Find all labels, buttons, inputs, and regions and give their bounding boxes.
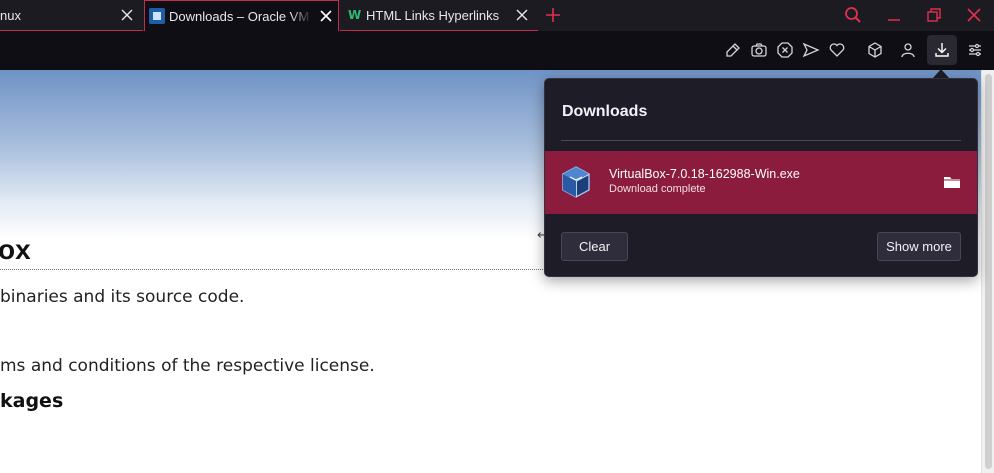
paragraph-binaries: binaries and its source code. — [0, 287, 245, 307]
folder-icon[interactable] — [943, 174, 961, 190]
panel-title: Downloads — [562, 103, 648, 120]
download-filename: VirtualBox-7.0.18-162988-Win.exe — [609, 167, 800, 181]
search-icon[interactable] — [843, 5, 863, 25]
tab-title: nux — [0, 8, 21, 23]
new-tab-plus-icon[interactable] — [543, 5, 563, 25]
tab-bar: nux Downloads – Oracle VM VirtualBox W H… — [0, 0, 994, 31]
paragraph-license: ms and conditions of the respective lice… — [0, 356, 375, 376]
downloads-panel: Downloads VirtualBox-7.0.18-162988-Win.e… — [544, 78, 978, 277]
restore-icon[interactable] — [924, 5, 944, 25]
ad-block-icon[interactable] — [775, 40, 795, 60]
download-status: Download complete — [609, 183, 706, 195]
panel-pointer — [933, 69, 949, 78]
scrollbar-thumb[interactable] — [985, 74, 992, 469]
show-more-button[interactable]: Show more — [877, 232, 961, 261]
tab-title: HTML Links Hyperlinks — [366, 8, 500, 23]
download-item[interactable]: VirtualBox-7.0.18-162988-Win.exe Downloa… — [545, 151, 977, 214]
close-icon[interactable] — [118, 6, 136, 24]
virtualbox-favicon-icon — [149, 8, 165, 24]
edit-note-icon[interactable] — [723, 40, 743, 60]
w3-favicon-icon: W — [348, 8, 362, 22]
download-icon — [935, 43, 949, 57]
profile-icon[interactable] — [898, 40, 918, 60]
tab-downloads-virtualbox[interactable]: Downloads – Oracle VM VirtualBox — [144, 0, 339, 31]
heading-underline — [0, 269, 545, 270]
close-icon[interactable] — [317, 7, 335, 25]
cube-icon[interactable] — [865, 40, 885, 60]
easy-setup-sliders-icon[interactable] — [965, 40, 985, 60]
close-window-icon[interactable] — [964, 5, 984, 25]
send-icon[interactable] — [801, 40, 821, 60]
section-heading-packages: kages — [0, 390, 64, 412]
virtualbox-file-icon — [562, 166, 590, 198]
page-heading: ox — [0, 234, 31, 265]
page-scrollbar[interactable] — [981, 70, 994, 473]
tab-html-links[interactable]: W HTML Links Hyperlinks — [340, 0, 538, 31]
tab-title: Downloads – Oracle VM VirtualBox — [169, 9, 312, 24]
downloads-button[interactable] — [927, 35, 957, 65]
clear-button[interactable]: Clear — [561, 232, 628, 261]
camera-icon[interactable] — [749, 40, 769, 60]
minimize-icon[interactable] — [884, 5, 904, 25]
heart-icon[interactable] — [827, 40, 847, 60]
close-icon[interactable] — [513, 6, 531, 24]
toolbar — [0, 31, 994, 70]
panel-divider — [561, 140, 961, 141]
tab-linux[interactable]: nux — [0, 0, 143, 31]
